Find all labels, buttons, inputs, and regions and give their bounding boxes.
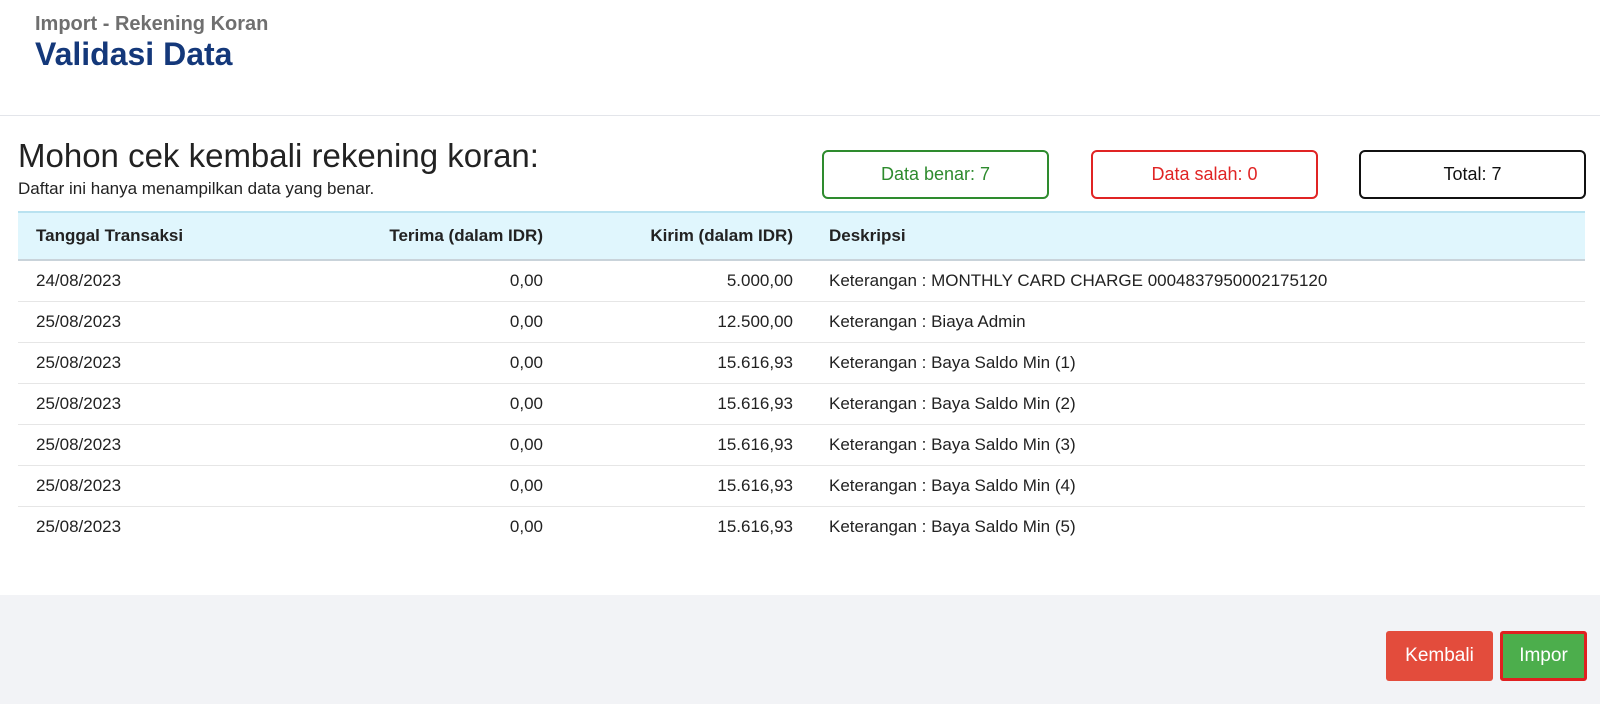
table-body: 24/08/2023 0,00 5.000,00 Keterangan : MO… [18,260,1585,547]
cell-received: 0,00 [380,301,543,343]
column-header-date: Tanggal Transaksi [36,226,184,245]
cell-date: 24/08/2023 [18,260,380,302]
import-button[interactable]: Impor [1500,631,1587,681]
table-header: Tanggal Transaksi Terima (dalam IDR) Kir… [18,212,1585,260]
back-button[interactable]: Kembali [1386,631,1493,681]
cell-date: 25/08/2023 [36,517,122,536]
page: Import - Rekening Koran Validasi Data Mo… [0,0,1600,704]
cell-sent: 15.616,93 [717,517,793,536]
section-heading: Mohon cek kembali rekening koran: [18,137,539,174]
page-header: Import - Rekening Koran Validasi Data [0,0,1600,116]
table-row: 25/08/2023 0,00 15.616,93 Keterangan : B… [18,383,1585,425]
validation-panel: Mohon cek kembali rekening koran: Daftar… [0,117,1600,595]
section-subheading: Daftar ini hanya menampilkan data yang b… [18,179,375,198]
total-count-badge: Total: 7 [1359,150,1586,199]
cell-sent: 5.000,00 [543,260,793,302]
cell-description: Keterangan : Biaya Admin [793,301,1585,343]
cell-sent: 15.616,93 [543,342,793,384]
cell-received: 0,00 [509,517,543,536]
table-row: 24/08/2023 0,00 5.000,00 Keterangan : MO… [18,260,1585,302]
cell-received: 0,00 [380,260,543,302]
cell-received: 0,00 [380,342,543,384]
cell-received: 0,00 [380,424,543,466]
cell-sent: 15.616,93 [543,424,793,466]
cell-sent: 12.500,00 [543,301,793,343]
page-title: Validasi Data [35,36,233,72]
cell-description: Keterangan : Baya Saldo Min (2) [793,383,1585,425]
transactions-table-wrapper: Tanggal Transaksi Terima (dalam IDR) Kir… [18,211,1585,547]
cell-received: 0,00 [380,383,543,425]
table-row: 25/08/2023 0,00 15.616,93 Keterangan : B… [18,507,1585,548]
table-row: 25/08/2023 0,00 12.500,00 Keterangan : B… [18,301,1585,343]
cell-date: 25/08/2023 [18,342,380,384]
cell-description: Keterangan : Baya Saldo Min (1) [793,342,1585,384]
cell-description: Keterangan : MONTHLY CARD CHARGE 0004837… [793,260,1585,302]
cell-date: 25/08/2023 [18,424,380,466]
cell-description: Keterangan : Baya Saldo Min (4) [793,465,1585,507]
table-row: 25/08/2023 0,00 15.616,93 Keterangan : B… [18,424,1585,466]
invalid-count-badge: Data salah: 0 [1091,150,1318,199]
valid-count-badge: Data benar: 7 [822,150,1049,199]
cell-description: Keterangan : Baya Saldo Min (3) [793,424,1585,466]
column-header-description: Deskripsi [829,226,906,245]
action-footer: Kembali Impor [0,595,1600,704]
cell-sent: 15.616,93 [543,465,793,507]
column-header-sent: Kirim (dalam IDR) [650,226,793,245]
breadcrumb: Import - Rekening Koran [35,13,269,35]
table-row: 25/08/2023 0,00 15.616,93 Keterangan : B… [18,465,1585,507]
table-row: 25/08/2023 0,00 15.616,93 Keterangan : B… [18,342,1585,384]
transactions-table: Tanggal Transaksi Terima (dalam IDR) Kir… [18,211,1585,547]
cell-sent: 15.616,93 [543,383,793,425]
cell-date: 25/08/2023 [18,383,380,425]
cell-date: 25/08/2023 [18,465,380,507]
cell-received: 0,00 [380,465,543,507]
column-header-received: Terima (dalam IDR) [389,226,543,245]
cell-date: 25/08/2023 [18,301,380,343]
cell-description: Keterangan : Baya Saldo Min (5) [829,517,1076,536]
table-header-row: Tanggal Transaksi Terima (dalam IDR) Kir… [18,212,1585,260]
